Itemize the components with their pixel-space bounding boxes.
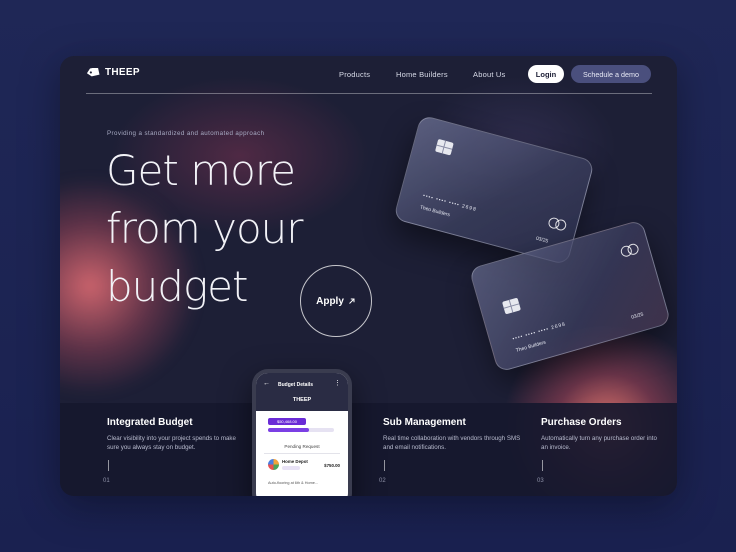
budget-amount-badge: $50,468.00 [268, 418, 306, 425]
pending-request-label: Pending Request [284, 444, 320, 449]
card-number: •••• •••• •••• 2698 [511, 321, 567, 343]
card-network-icon [619, 242, 640, 259]
arrow-up-right-icon [349, 298, 355, 304]
apply-label: Apply [316, 295, 344, 307]
feature-tick [108, 460, 109, 471]
brand-logo[interactable]: THEEP [86, 67, 140, 78]
top-nav: THEEP Products Home Builders About Us Lo… [60, 56, 677, 94]
feature-number: 02 [379, 478, 386, 484]
phone-title: Budget Details [278, 382, 314, 388]
phone-mockup: ← Budget Details ⋮ THEEP $50,468.00 Pend… [252, 369, 352, 496]
vendor-tag [282, 466, 300, 470]
feature-description: Clear visibility into your project spend… [107, 435, 236, 451]
nav-link-home-builders[interactable]: Home Builders [396, 70, 448, 79]
vendor-name: Home Depot [282, 459, 308, 464]
nav-divider [86, 93, 652, 94]
budget-progress-fill [268, 428, 309, 432]
card-network-icon [547, 216, 568, 232]
hero-eyebrow: Providing a standardized and automated a… [107, 130, 265, 137]
phone-header: ← Budget Details ⋮ THEEP [256, 373, 348, 411]
card-holder: Theo Builders [515, 339, 547, 354]
tag-logo-icon [86, 67, 100, 76]
apply-button[interactable]: Apply [300, 265, 372, 337]
landing-frame: THEEP Products Home Builders About Us Lo… [60, 56, 677, 496]
nav-link-products[interactable]: Products [339, 70, 370, 79]
card-expiry: 03/25 [535, 235, 549, 245]
headline-line: from your [106, 203, 304, 253]
feature-description: Real time collaboration with vendors thr… [383, 435, 521, 451]
brand-name: THEEP [105, 67, 140, 78]
feature-title: Integrated Budget [107, 417, 193, 428]
card-chip-icon [434, 138, 454, 156]
features-band: Integrated Budget Clear visibility into … [60, 403, 677, 496]
schedule-demo-button[interactable]: Schedule a demo [571, 65, 651, 83]
request-price: $750.00 [324, 463, 340, 468]
phone-brand: THEEP [292, 397, 312, 403]
feature-number: 03 [537, 478, 544, 484]
nav-link-about-us[interactable]: About Us [473, 70, 505, 79]
feature-number: 01 [103, 478, 110, 484]
divider [264, 453, 340, 454]
request-note: Auto-flooring at 6th & Home... [268, 481, 319, 485]
back-arrow-icon[interactable]: ← [263, 380, 270, 387]
card-holder: Theo Builders [419, 204, 451, 219]
login-button[interactable]: Login [528, 65, 564, 83]
feature-description: Automatically turn any purchase order in… [541, 435, 657, 451]
card-chip-icon [502, 297, 521, 315]
feature-title: Purchase Orders [541, 417, 622, 428]
budget-progress-bar [268, 428, 334, 432]
feature-title: Sub Management [383, 417, 466, 428]
headline-line: Get more [106, 146, 296, 195]
card-expiry: 03/25 [630, 311, 645, 321]
more-icon[interactable]: ⋮ [334, 379, 341, 387]
feature-tick [542, 460, 543, 471]
phone-screen: ← Budget Details ⋮ THEEP $50,468.00 Pend… [256, 373, 348, 496]
feature-tick [384, 460, 385, 471]
vendor-avatar [268, 459, 279, 470]
